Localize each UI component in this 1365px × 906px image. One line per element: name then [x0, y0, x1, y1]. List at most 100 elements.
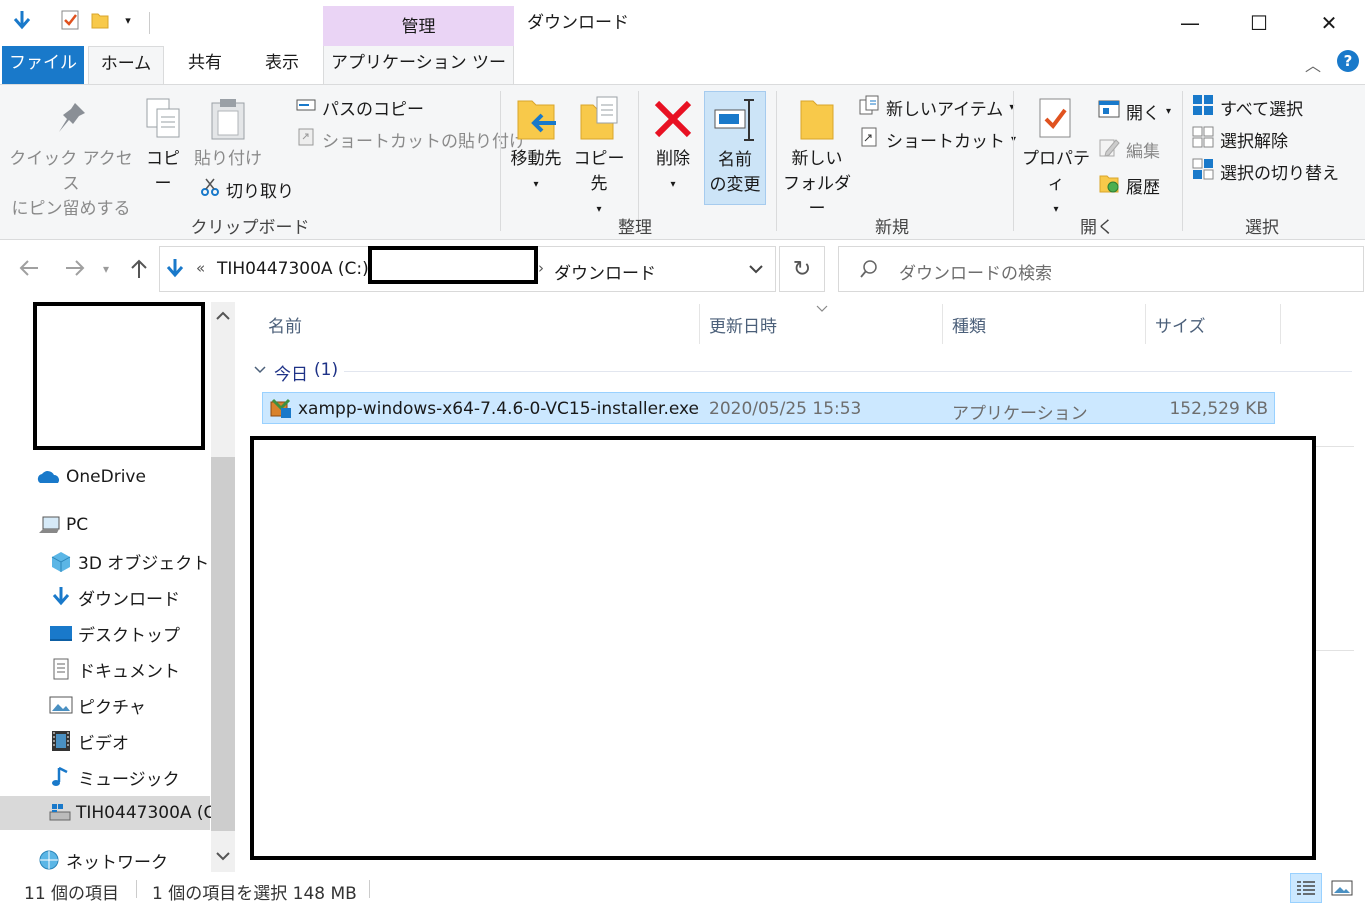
nav-item-pc[interactable]: PC [36, 508, 88, 542]
copy-button[interactable]: コピー [138, 85, 188, 197]
recent-locations-icon[interactable]: ▾ [103, 262, 109, 276]
group-collapse-icon [252, 360, 268, 384]
file-modified: 2020/05/25 15:53 [709, 399, 862, 419]
open-label: 開く [1126, 103, 1160, 124]
new-folder-icon[interactable] [88, 8, 112, 32]
nav-item-drive-c[interactable]: TIH0447300A (C [0, 796, 215, 830]
select-all-button[interactable]: すべて選択 [1192, 93, 1303, 121]
back-button[interactable] [18, 258, 40, 283]
nav-item-pictures[interactable]: ピクチャ [48, 688, 146, 722]
ribbon-separator [776, 91, 777, 231]
nav-label: ミュージック [78, 769, 180, 790]
tab-home[interactable]: ホーム [88, 46, 164, 85]
refresh-button[interactable]: ↻ [779, 246, 825, 292]
move-to-button[interactable]: 移動先 ▾ [505, 85, 567, 197]
paste-shortcut-button[interactable]: ショートカットの貼り付け [296, 125, 526, 153]
tab-view[interactable]: 表示 [250, 46, 314, 84]
tab-share[interactable]: 共有 [172, 46, 238, 84]
copy-to-button[interactable]: コピー先 ▾ [568, 85, 630, 222]
open-button[interactable]: 開く ▾ [1098, 97, 1171, 125]
nav-label: ドキュメント [78, 661, 180, 682]
group-select-label: 選択 [1245, 218, 1279, 238]
customize-qat-icon[interactable]: ▾ [116, 8, 140, 32]
tab-file[interactable]: ファイル [2, 46, 84, 84]
nav-item-3d-objects[interactable]: 3D オブジェクト [48, 544, 209, 578]
delete-icon [651, 95, 695, 143]
pin-quick-access-button[interactable]: クイック アクセス にピン留めする [6, 85, 136, 222]
column-header-type[interactable]: 種類 [952, 312, 986, 337]
tab-application-tools[interactable]: アプリケーション ツール [323, 46, 514, 107]
new-folder-big-icon [795, 95, 839, 143]
select-none-button[interactable]: 選択解除 [1192, 125, 1288, 153]
maximize-button[interactable]: ☐ [1224, 0, 1294, 46]
copy-path-button[interactable]: パスのコピー [296, 93, 424, 121]
pin-icon [49, 95, 93, 143]
properties-button[interactable]: プロパティ ▾ [1018, 85, 1094, 222]
details-view-button[interactable] [1290, 873, 1322, 903]
nav-scrollbar-thumb[interactable] [211, 457, 235, 831]
nav-item-onedrive[interactable]: OneDrive [36, 460, 146, 494]
help-icon[interactable]: ? [1337, 50, 1359, 72]
down-arrow-icon[interactable] [10, 8, 34, 32]
column-header-name[interactable]: 名前 [268, 312, 302, 337]
drive-icon [48, 802, 72, 824]
redacted-area [250, 436, 1316, 860]
qat-separator [149, 12, 150, 34]
nav-item-downloads[interactable]: ダウンロード [48, 580, 180, 614]
breadcrumb-separator[interactable]: › [538, 259, 544, 277]
scroll-down-icon[interactable] [213, 846, 233, 866]
redacted-area [33, 302, 205, 450]
rename-button[interactable]: 名前 の変更 [704, 91, 766, 205]
large-icons-view-icon [1331, 880, 1353, 896]
history-button[interactable]: 履歴 [1098, 171, 1160, 199]
new-folder-button[interactable]: 新しい フォルダー [782, 85, 852, 222]
context-tab-header: 管理 [323, 6, 514, 46]
ribbon-separator [500, 91, 501, 231]
paste-shortcut-label: ショートカットの貼り付け [322, 131, 526, 152]
up-button[interactable] [128, 258, 150, 285]
scroll-up-icon[interactable] [213, 306, 233, 326]
address-dropdown-icon[interactable] [748, 259, 764, 283]
file-size: 152,529 KB [1169, 399, 1268, 419]
group-label: 今日 [274, 365, 308, 385]
nav-item-documents[interactable]: ドキュメント [48, 652, 180, 686]
large-icons-view-button[interactable] [1326, 873, 1358, 903]
shortcut-icon [858, 126, 880, 153]
properties-label: プロパティ [1022, 149, 1090, 194]
paste-button[interactable]: 貼り付け [194, 85, 262, 172]
edit-button[interactable]: 編集 [1098, 135, 1160, 163]
column-separator[interactable] [1145, 304, 1146, 344]
rename-label-line2: の変更 [709, 175, 761, 195]
collapse-ribbon-icon[interactable]: ︿ [1305, 52, 1321, 76]
select-all-icon [1192, 94, 1214, 121]
breadcrumb-current[interactable]: ダウンロード [554, 259, 656, 284]
shortcut-button[interactable]: ショートカット ▾ [858, 125, 1016, 153]
column-separator[interactable] [942, 304, 943, 344]
delete-button[interactable]: 削除 ▾ [646, 85, 700, 197]
nav-item-videos[interactable]: ビデオ [48, 724, 129, 758]
breadcrumb-drive[interactable]: TIH0447300A (C:) [217, 259, 369, 279]
properties-icon[interactable] [58, 8, 82, 32]
column-separator[interactable] [1280, 304, 1281, 344]
breadcrumb-chevron[interactable]: « [196, 259, 205, 277]
nav-label: デスクトップ [78, 625, 180, 646]
invert-selection-button[interactable]: 選択の切り替え [1192, 157, 1339, 185]
nav-item-network[interactable]: ネットワーク [36, 843, 168, 877]
paste-shortcut-icon [296, 127, 316, 152]
table-row[interactable]: xampp-windows-x64-7.4.6-0-VC15-installer… [262, 392, 1275, 424]
column-header-modified[interactable]: 更新日時 [709, 312, 777, 337]
column-header-size[interactable]: サイズ [1155, 312, 1206, 337]
close-button[interactable]: ✕ [1294, 0, 1364, 46]
nav-item-music[interactable]: ミュージック [48, 760, 180, 794]
cut-label: 切り取り [226, 181, 294, 202]
forward-button[interactable] [64, 258, 86, 283]
scissors-icon [200, 177, 220, 202]
search-box[interactable]: ダウンロードの検索 [838, 246, 1364, 292]
group-header-today[interactable]: 今日 (1) [250, 360, 1360, 385]
documents-icon [48, 658, 74, 680]
minimize-button[interactable]: — [1155, 0, 1225, 46]
cut-button[interactable]: 切り取り [200, 175, 294, 203]
nav-item-desktop[interactable]: デスクトップ [48, 616, 180, 650]
column-separator[interactable] [699, 304, 700, 344]
new-item-button[interactable]: 新しいアイテム ▾ [858, 93, 1014, 121]
